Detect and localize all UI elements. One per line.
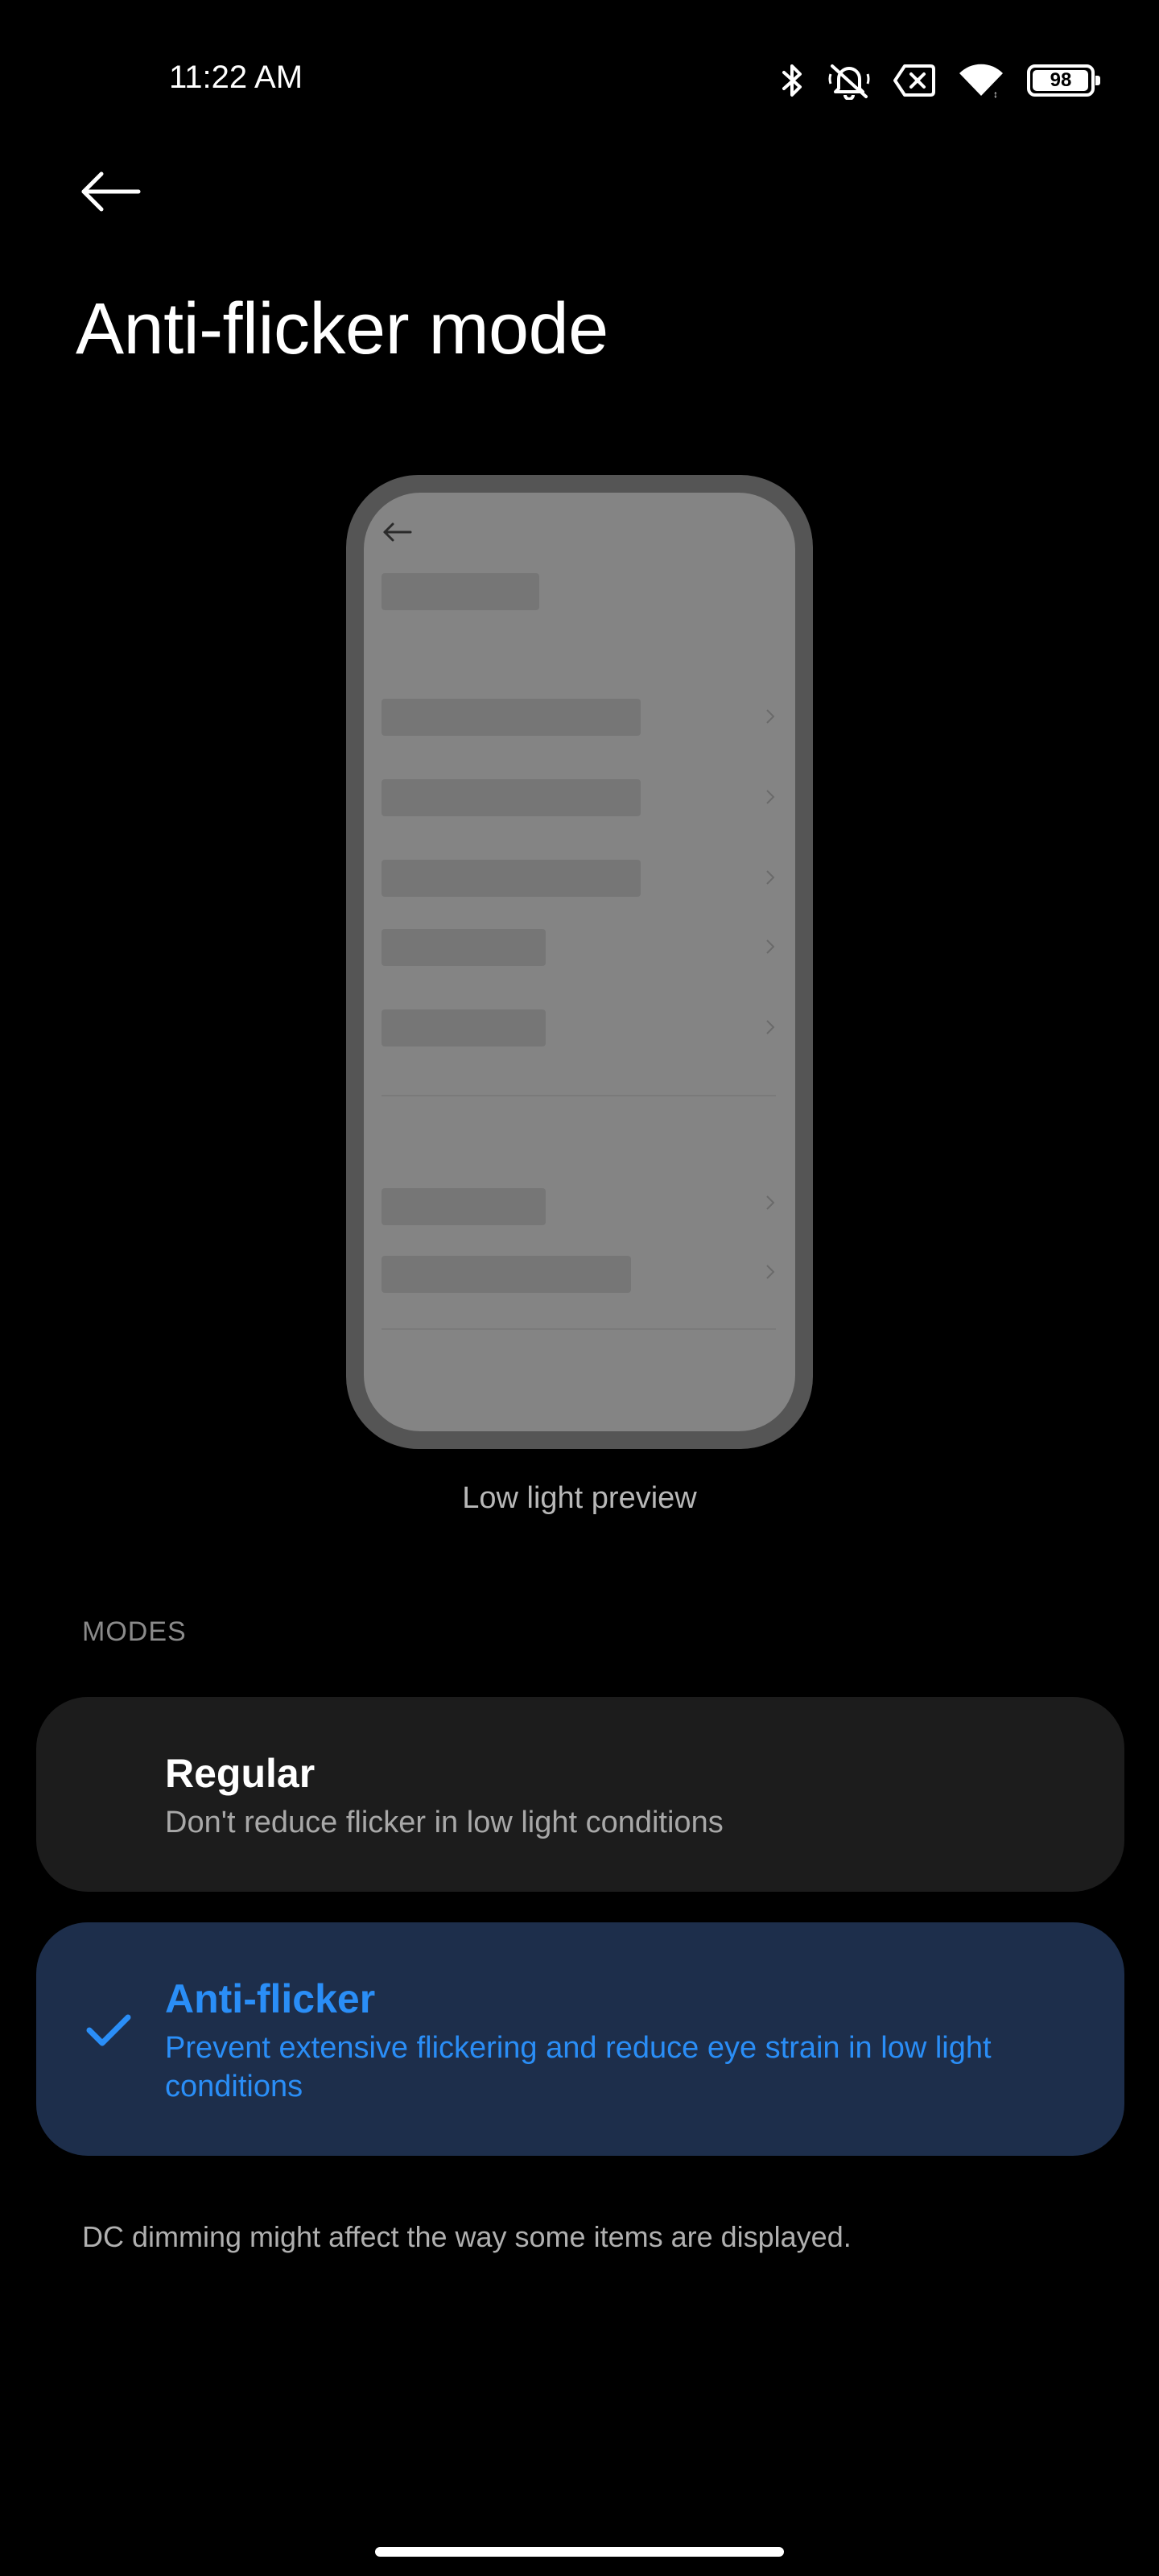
battery-level: 98: [1050, 69, 1072, 91]
preview-chevron-icon: [766, 790, 775, 804]
preview-back-icon: [382, 520, 414, 548]
no-sim-icon: [893, 63, 935, 98]
mute-icon: [827, 61, 871, 100]
preview-row-placeholder: [382, 929, 546, 966]
mode-title: Anti-flicker: [165, 1976, 376, 2021]
mode-title: Regular: [165, 1751, 316, 1796]
preview-chevron-icon: [766, 1195, 775, 1210]
status-time: 11:22 AM: [169, 60, 303, 95]
preview-chevron-icon: [766, 870, 775, 885]
status-bar: 11:22 AM ↕ 98: [0, 0, 1159, 161]
preview-chevron-icon: [766, 1020, 775, 1034]
mode-description: Don't reduce flicker in low light condit…: [165, 1806, 724, 1839]
mode-option-regular[interactable]: Regular Don't reduce flicker in low ligh…: [36, 1697, 1124, 1892]
battery-tip: [1095, 76, 1100, 85]
bluetooth-icon: [781, 61, 805, 100]
mode-option-anti-flicker[interactable]: Anti-flicker Prevent extensive flickerin…: [36, 1922, 1124, 2156]
mode-description: Prevent extensive flickering and reduce …: [165, 2031, 992, 2103]
preview-row-placeholder: [382, 1009, 546, 1046]
dc-dimming-note: DC dimming might affect the way some ite…: [82, 2220, 852, 2253]
preview-row-placeholder: [382, 860, 641, 897]
low-light-preview: [346, 475, 813, 1449]
back-button[interactable]: [71, 161, 151, 225]
preview-divider: [382, 1328, 776, 1330]
preview-chevron-icon: [766, 939, 775, 954]
svg-text:↕: ↕: [993, 89, 998, 99]
preview-row-placeholder: [382, 779, 641, 816]
status-icons: ↕ 98: [781, 60, 1100, 101]
preview-row-placeholder: [382, 1256, 631, 1293]
preview-row-placeholder: [382, 699, 641, 736]
page-title: Anti-flicker mode: [76, 289, 608, 369]
preview-chevron-icon: [766, 709, 775, 724]
checkmark-icon: [86, 2013, 131, 2052]
preview-row-placeholder: [382, 1188, 546, 1225]
preview-caption: Low light preview: [462, 1481, 697, 1515]
preview-title-placeholder: [382, 573, 539, 610]
preview-divider: [382, 1095, 776, 1096]
wifi-icon: ↕: [958, 62, 1004, 99]
preview-chevron-icon: [766, 1265, 775, 1279]
home-indicator[interactable]: [375, 2547, 784, 2557]
modes-section-header: MODES: [82, 1616, 187, 1647]
battery-icon: 98: [1027, 64, 1100, 97]
preview-screen: [364, 493, 795, 1431]
arrow-left-icon: [80, 171, 142, 217]
